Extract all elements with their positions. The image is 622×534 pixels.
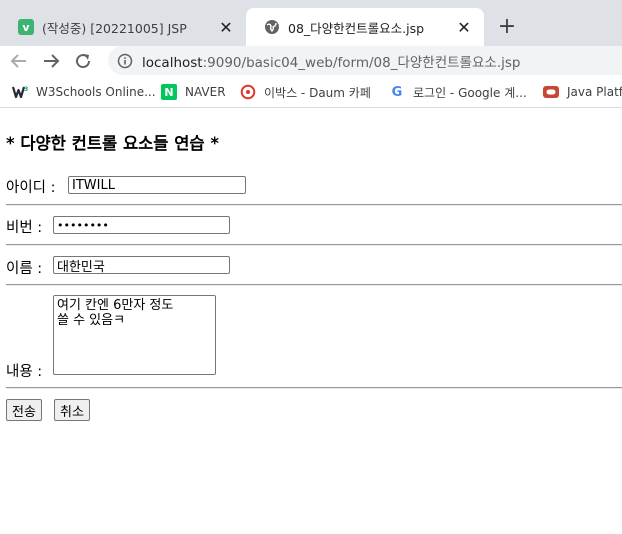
tab-title: (작성중) [20221005] JSP (42, 20, 187, 36)
bookmark-naver[interactable]: N NAVER (161, 83, 226, 101)
content-textarea[interactable]: 여기 칸엔 6만자 정도 쓸 수 있음ㅋ (53, 295, 216, 375)
divider (6, 387, 622, 389)
password-label: 비번 : (6, 220, 43, 236)
reload-icon[interactable] (72, 50, 94, 72)
daum-cafe-icon (240, 84, 256, 100)
new-tab-button[interactable]: + (495, 14, 519, 39)
id-label: 아이디 : (6, 180, 56, 196)
content-label: 내용 : (6, 364, 43, 380)
forward-icon[interactable] (40, 50, 62, 72)
google-icon: G (391, 84, 403, 100)
bookmark-label: Java Platfo (567, 85, 622, 99)
url-host: localhost (142, 54, 203, 71)
submit-button[interactable]: 전송 (6, 399, 42, 421)
bookmark-label: 로그인 - Google 계... (413, 85, 527, 100)
tab-velog[interactable]: v (작성중) [20221005] JSP ✕ (0, 8, 246, 46)
name-label: 이름 : (6, 261, 43, 277)
name-input[interactable] (53, 256, 230, 274)
url-text: localhost:9090/basic04_web/form/08_다양한컨트… (142, 51, 520, 71)
browser-toolbar: localhost:9090/basic04_web/form/08_다양한컨트… (0, 46, 622, 76)
cancel-button[interactable]: 취소 (54, 399, 90, 421)
id-input[interactable] (68, 176, 246, 194)
page-title: * 다양한 컨트롤 요소들 연습 * (6, 134, 219, 153)
svg-text:3: 3 (24, 86, 28, 93)
divider (6, 244, 622, 246)
tab-title: 08_다양한컨트롤요소.jsp (288, 20, 425, 36)
naver-icon: N (161, 84, 177, 100)
bookmark-label: NAVER (185, 85, 226, 99)
page-content: * 다양한 컨트롤 요소들 연습 * 아이디 : 비번 : 이름 : 여기 칸엔… (0, 108, 622, 534)
divider (6, 284, 622, 286)
bookmark-java-platform[interactable]: Java Platfo (543, 83, 622, 101)
bookmark-w3schools[interactable]: 3 W3Schools Online... (12, 83, 156, 101)
bookmark-daum-cafe[interactable]: 이박스 - Daum 카페 (240, 83, 371, 101)
oracle-icon (543, 84, 559, 100)
close-icon[interactable]: ✕ (218, 18, 234, 37)
tab-active-jsp[interactable]: 08_다양한컨트롤요소.jsp ✕ (246, 8, 484, 46)
globe-icon (264, 19, 280, 35)
tab-strip: v (작성중) [20221005] JSP ✕ 08_다양한컨트롤요소.jsp… (0, 0, 622, 46)
bookmark-label: 이박스 - Daum 카페 (264, 85, 371, 100)
velog-v-icon: v (18, 19, 34, 35)
close-icon[interactable]: ✕ (456, 18, 472, 37)
password-input[interactable] (53, 216, 230, 234)
divider (6, 204, 622, 206)
w3schools-icon: 3 (12, 84, 28, 100)
bookmark-label: W3Schools Online... (36, 85, 156, 99)
info-icon[interactable] (117, 53, 133, 69)
url-path: :9090/basic04_web/form/08_다양한컨트롤요소.jsp (202, 54, 521, 71)
back-icon[interactable] (8, 50, 30, 72)
bookmark-google-login[interactable]: G 로그인 - Google 계... (389, 83, 527, 101)
bookmarks-bar: 3 W3Schools Online... N NAVER 이박스 - Daum… (0, 76, 622, 108)
address-bar[interactable]: localhost:9090/basic04_web/form/08_다양한컨트… (108, 46, 622, 75)
